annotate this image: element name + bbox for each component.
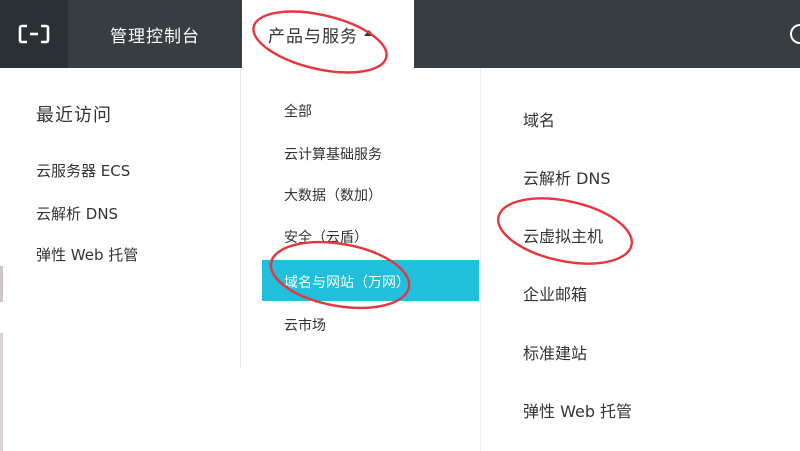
category-marketplace[interactable]: 云市场: [284, 315, 326, 335]
recent-item-dns[interactable]: 云解析 DNS: [36, 203, 118, 224]
home-logo-button[interactable]: [0, 0, 68, 68]
service-virtual-host[interactable]: 云虚拟主机: [523, 223, 603, 247]
recent-item-ecs[interactable]: 云服务器 ECS: [36, 160, 130, 181]
category-all[interactable]: 全部: [284, 101, 312, 121]
category-list: [240, 68, 480, 368]
service-enterprise-mail[interactable]: 企业邮箱: [523, 281, 587, 305]
service-web-hosting[interactable]: 弹性 Web 托管: [523, 398, 632, 422]
category-big-data[interactable]: 大数据（数加）: [284, 185, 382, 205]
console-link-label: 管理控制台: [110, 26, 200, 47]
top-navigation-bar: 管理控制台 产品与服务: [0, 0, 800, 68]
recent-item-web-hosting[interactable]: 弹性 Web 托管: [36, 244, 138, 265]
background-strip: [0, 333, 3, 451]
user-icon[interactable]: [790, 24, 800, 44]
caret-up-icon: [364, 30, 374, 36]
service-domain[interactable]: 域名: [523, 107, 555, 131]
aliyun-logo-icon: [18, 24, 50, 44]
category-domains-websites-label: 域名与网站（万网）: [284, 275, 410, 291]
service-cloud-dns[interactable]: 云解析 DNS: [523, 165, 611, 189]
category-cloud-computing[interactable]: 云计算基础服务: [284, 144, 382, 164]
category-security[interactable]: 安全（云盾）: [284, 227, 368, 247]
products-services-tab[interactable]: 产品与服务: [242, 0, 414, 68]
service-standard-site[interactable]: 标准建站: [523, 340, 587, 364]
products-services-label: 产品与服务: [268, 26, 358, 47]
console-link[interactable]: 管理控制台: [68, 0, 242, 68]
background-strip: [0, 266, 3, 302]
recent-visits-heading: 最近访问: [36, 105, 112, 126]
